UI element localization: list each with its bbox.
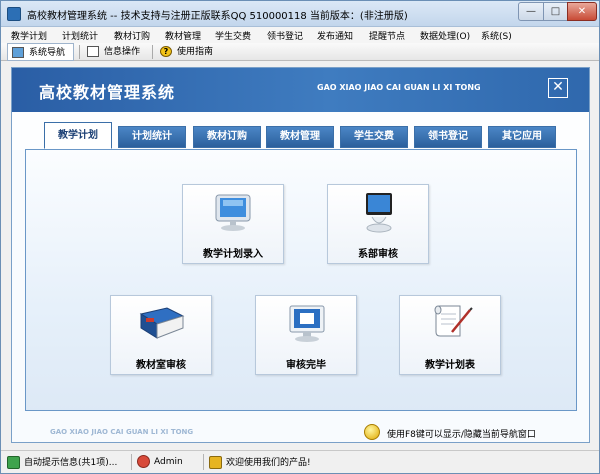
user-guide-label: 使用指南 bbox=[177, 47, 214, 57]
tab-book-register[interactable]: 领书登记 bbox=[414, 126, 482, 148]
menu-textbook-manage[interactable]: 教材管理 bbox=[165, 29, 201, 42]
panel-title: 高校教材管理系统 bbox=[39, 83, 176, 102]
menu-plan-stats[interactable]: 计划统计 bbox=[62, 29, 98, 42]
navigation-panel: 高校教材管理系统 GAO XIAO JIAO CAI GUAN LI XI TO… bbox=[11, 67, 590, 443]
book-icon bbox=[139, 307, 185, 339]
close-button[interactable]: ✕ bbox=[567, 2, 597, 21]
panel-close-button[interactable]: ✕ bbox=[548, 78, 568, 98]
tab-other-apps[interactable]: 其它应用 bbox=[488, 126, 556, 148]
menu-reminders[interactable]: 提醒节点 bbox=[369, 29, 405, 42]
status-user: Admin bbox=[137, 455, 183, 468]
screen-icon bbox=[289, 305, 325, 342]
tile-label: 教材室审核 bbox=[136, 360, 186, 371]
menu-textbook-order[interactable]: 教材订购 bbox=[114, 29, 150, 42]
panel-header: 高校教材管理系统 GAO XIAO JIAO CAI GUAN LI XI TO… bbox=[12, 68, 589, 112]
status-user-text: Admin bbox=[154, 457, 183, 467]
monitor-icon bbox=[12, 47, 24, 58]
menu-student-fee[interactable]: 学生交费 bbox=[215, 29, 251, 42]
title-bar: 高校教材管理系统 -- 技术支持与注册正版联系QQ 510000118 当前版本… bbox=[1, 1, 599, 27]
tab-textbook-manage[interactable]: 教材管理 bbox=[266, 126, 334, 148]
system-nav-label: 系统导航 bbox=[29, 48, 66, 58]
menu-bar: 教学计划 计划统计 教材订购 教材管理 学生交费 领书登记 发布通知 提醒节点 … bbox=[1, 27, 599, 43]
status-bar: 自动提示信息(共1项)... Admin 欢迎使用我们的产品! bbox=[1, 450, 599, 473]
tab-plan-stats[interactable]: 计划统计 bbox=[118, 126, 186, 148]
tab-content-panel: 教学计划录入 系部审核 教材室审核 审核完毕 教学计划表 bbox=[25, 149, 577, 411]
footer-pinyin: GAO XIAO JIAO CAI GUAN LI XI TONG bbox=[50, 428, 194, 436]
app-icon bbox=[7, 7, 21, 21]
tile-dept-review[interactable]: 系部审核 bbox=[327, 184, 429, 264]
status-separator bbox=[203, 454, 204, 470]
toolbar-separator bbox=[79, 45, 80, 59]
app-window: 高校教材管理系统 -- 技术支持与注册正版联系QQ 510000118 当前版本… bbox=[0, 0, 600, 474]
toolbar: 系统导航 信息操作 ? 使用指南 bbox=[1, 43, 599, 61]
tile-label: 系部审核 bbox=[358, 249, 398, 260]
imac-icon bbox=[366, 193, 392, 233]
tile-review-complete[interactable]: 审核完毕 bbox=[255, 295, 357, 375]
info-ops-button[interactable]: 信息操作 bbox=[83, 43, 147, 61]
menu-data-processing[interactable]: 数据处理(O) bbox=[420, 29, 470, 42]
tab-student-fee[interactable]: 学生交费 bbox=[340, 126, 408, 148]
users-icon bbox=[209, 456, 222, 469]
tile-label: 教学计划录入 bbox=[203, 249, 263, 260]
tile-label: 教学计划表 bbox=[425, 360, 475, 371]
window-title: 高校教材管理系统 -- 技术支持与注册正版联系QQ 510000118 当前版本… bbox=[27, 11, 408, 22]
menu-teaching-plan[interactable]: 教学计划 bbox=[11, 29, 47, 42]
status-info[interactable]: 自动提示信息(共1项)... bbox=[7, 455, 117, 469]
maximize-button[interactable]: □ bbox=[543, 2, 568, 21]
monitor-icon bbox=[215, 194, 251, 231]
tile-plan-table[interactable]: 教学计划表 bbox=[399, 295, 501, 375]
minimize-button[interactable]: — bbox=[518, 2, 544, 21]
tab-bar: 教学计划 计划统计 教材订购 教材管理 学生交费 领书登记 其它应用 bbox=[12, 112, 589, 150]
status-separator bbox=[131, 454, 132, 470]
info-icon bbox=[7, 456, 20, 469]
tile-plan-entry[interactable]: 教学计划录入 bbox=[182, 184, 284, 264]
tile-label: 审核完毕 bbox=[286, 360, 326, 371]
menu-publish-notice[interactable]: 发布通知 bbox=[317, 29, 353, 42]
lightbulb-icon bbox=[364, 424, 380, 440]
document-icon bbox=[434, 305, 473, 337]
grid-icon bbox=[87, 46, 99, 57]
help-icon: ? bbox=[160, 46, 172, 57]
status-welcome: 欢迎使用我们的产品! bbox=[209, 455, 311, 469]
menu-system[interactable]: 系统(S) bbox=[481, 29, 512, 42]
tile-office-review[interactable]: 教材室审核 bbox=[110, 295, 212, 375]
user-icon bbox=[137, 455, 150, 468]
user-guide-button[interactable]: ? 使用指南 bbox=[156, 43, 222, 61]
hint-text: 使用F8键可以显示/隐藏当前导航窗口 bbox=[387, 430, 536, 440]
menu-book-register[interactable]: 领书登记 bbox=[267, 29, 303, 42]
panel-pinyin: GAO XIAO JIAO CAI GUAN LI XI TONG bbox=[317, 83, 481, 92]
info-ops-label: 信息操作 bbox=[104, 47, 141, 57]
toolbar-separator bbox=[152, 45, 153, 59]
status-info-text: 自动提示信息(共1项)... bbox=[24, 458, 118, 468]
status-welcome-text: 欢迎使用我们的产品! bbox=[226, 458, 311, 468]
system-nav-button[interactable]: 系统导航 bbox=[7, 43, 74, 61]
tab-teaching-plan[interactable]: 教学计划 bbox=[44, 122, 112, 149]
tab-textbook-order[interactable]: 教材订购 bbox=[193, 126, 261, 148]
